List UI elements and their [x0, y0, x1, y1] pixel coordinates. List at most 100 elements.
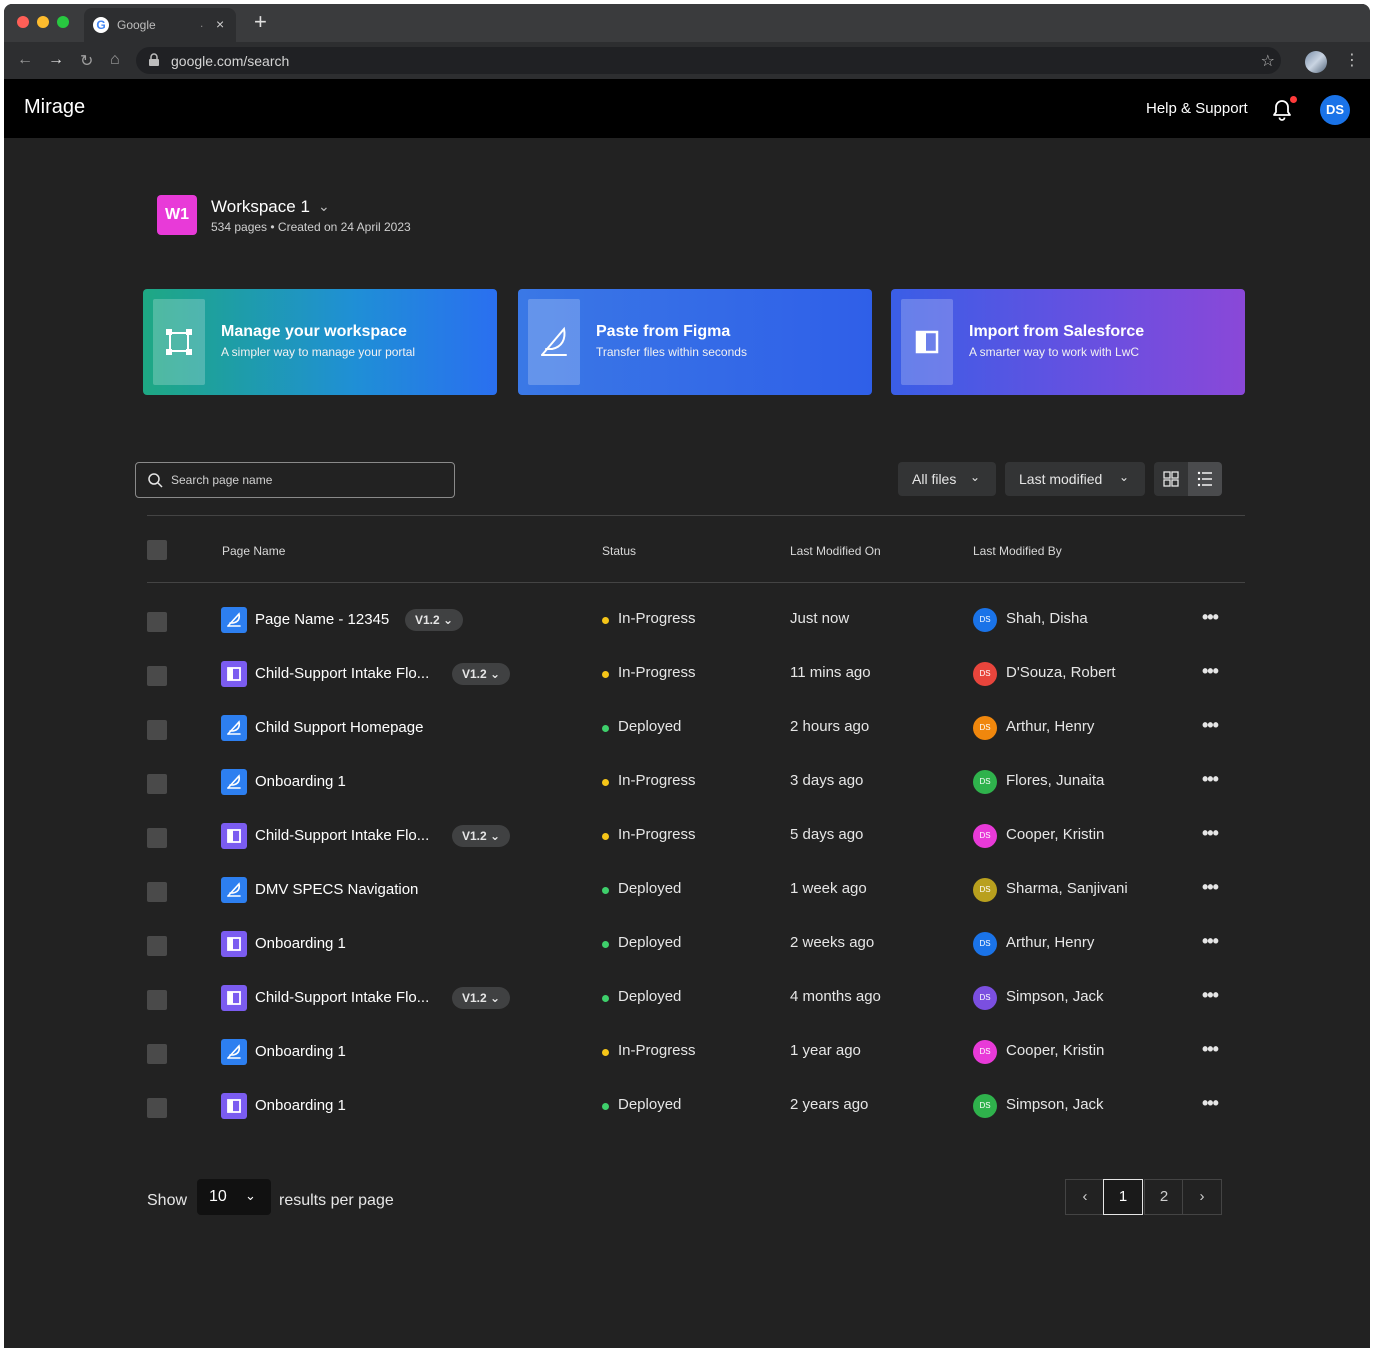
- per-page-select[interactable]: 10 ⌄: [197, 1179, 271, 1215]
- brand-logo[interactable]: Mirage: [24, 96, 85, 119]
- table-row[interactable]: Child-Support Intake Flo... V1.2 ⌄ In-Prog…: [4, 646, 1370, 700]
- more-options-icon[interactable]: •••: [1202, 823, 1219, 844]
- page-name[interactable]: Child-Support Intake Flo...: [255, 827, 429, 844]
- manage-workspace-card[interactable]: Manage your workspace A simpler way to m…: [143, 289, 497, 395]
- more-options-icon[interactable]: •••: [1202, 607, 1219, 628]
- sort-dropdown[interactable]: Last modified ⌄: [1005, 462, 1145, 496]
- table-row[interactable]: Page Name - 12345 V1.2 ⌄ In-Progress Just n…: [4, 592, 1370, 646]
- grid-view-button[interactable]: [1154, 462, 1188, 496]
- browser-profile-avatar[interactable]: [1305, 51, 1327, 73]
- row-checkbox[interactable]: [147, 666, 167, 686]
- table-row[interactable]: Onboarding 1 Deployed 2 weeks ago DS Arthur,…: [4, 916, 1370, 970]
- version-badge[interactable]: V1.2 ⌄: [405, 609, 464, 631]
- panel-icon: [221, 823, 247, 849]
- row-checkbox[interactable]: [147, 936, 167, 956]
- help-support-link[interactable]: Help & Support: [1146, 100, 1248, 117]
- page-name[interactable]: Onboarding 1: [255, 773, 346, 790]
- more-options-icon[interactable]: •••: [1202, 931, 1219, 952]
- import-from-salesforce-card[interactable]: Import from Salesforce A smarter way to …: [891, 289, 1245, 395]
- avatar: DS: [973, 986, 997, 1010]
- url-field[interactable]: google.com/search ☆: [136, 47, 1281, 74]
- more-options-icon[interactable]: •••: [1202, 1039, 1219, 1060]
- status-text: Deployed: [618, 718, 682, 735]
- bookmark-star-icon[interactable]: ☆: [1261, 51, 1275, 71]
- list-view-button[interactable]: [1188, 462, 1222, 496]
- column-header-status[interactable]: Status: [602, 544, 636, 558]
- page-name[interactable]: Onboarding 1: [255, 1097, 346, 1114]
- user-avatar[interactable]: DS: [1320, 95, 1350, 125]
- browser-menu-icon[interactable]: ⋮: [1344, 50, 1360, 70]
- version-badge[interactable]: V1.2 ⌄: [452, 663, 511, 685]
- tab-close-icon[interactable]: ×: [216, 16, 224, 32]
- sort-label: Last modified: [1019, 471, 1103, 487]
- table-row[interactable]: DMV SPECS Navigation Deployed 1 week ago DS…: [4, 862, 1370, 916]
- select-all-checkbox[interactable]: [147, 540, 167, 560]
- search-icon: [148, 473, 163, 488]
- browser-tab[interactable]: G Google . ×: [84, 8, 236, 42]
- more-options-icon[interactable]: •••: [1202, 985, 1219, 1006]
- page-name[interactable]: Child-Support Intake Flo...: [255, 989, 429, 1006]
- back-icon[interactable]: ←: [17, 51, 33, 69]
- prev-page-button[interactable]: ‹: [1065, 1179, 1105, 1215]
- avatar: DS: [973, 878, 997, 902]
- status-text: In-Progress: [618, 610, 696, 627]
- modified-time: 1 week ago: [790, 880, 867, 897]
- more-options-icon[interactable]: •••: [1202, 715, 1219, 736]
- modified-time: Just now: [790, 610, 850, 627]
- page-name[interactable]: Page Name - 12345: [255, 611, 389, 628]
- browser-window: G Google . × + ← → ↻ ⌂ google.com/search…: [4, 4, 1370, 1348]
- row-checkbox[interactable]: [147, 990, 167, 1010]
- page-button-1[interactable]: 1: [1103, 1179, 1143, 1215]
- forward-icon[interactable]: →: [48, 51, 64, 69]
- table-row[interactable]: Child-Support Intake Flo... V1.2 ⌄ Deploye…: [4, 970, 1370, 1024]
- status-text: In-Progress: [618, 664, 696, 681]
- table-row[interactable]: Onboarding 1 Deployed 2 years ago DS Simpson…: [4, 1078, 1370, 1132]
- page-button-2[interactable]: 2: [1144, 1179, 1184, 1215]
- search-input[interactable]: Search page name: [135, 462, 455, 498]
- divider: [147, 582, 1245, 583]
- modified-time: 1 year ago: [790, 1042, 861, 1059]
- modified-time: 3 days ago: [790, 772, 864, 789]
- column-header-last-modified-on[interactable]: Last Modified On: [790, 544, 881, 558]
- row-checkbox[interactable]: [147, 882, 167, 902]
- app-header: Mirage Help & Support DS: [4, 79, 1370, 138]
- url-text: google.com/search: [171, 53, 290, 69]
- close-window-button[interactable]: [17, 16, 29, 28]
- row-checkbox[interactable]: [147, 720, 167, 740]
- bell-icon[interactable]: [1271, 98, 1293, 122]
- table-row[interactable]: Onboarding 1 In-Progress 1 year ago DS Coope…: [4, 1024, 1370, 1078]
- more-options-icon[interactable]: •••: [1202, 1093, 1219, 1114]
- next-page-button[interactable]: ›: [1182, 1179, 1222, 1215]
- page-name[interactable]: Child Support Homepage: [255, 719, 423, 736]
- row-checkbox[interactable]: [147, 612, 167, 632]
- column-header-last-modified-by[interactable]: Last Modified By: [973, 544, 1062, 558]
- page-name[interactable]: Onboarding 1: [255, 935, 346, 952]
- home-icon[interactable]: ⌂: [110, 51, 120, 69]
- paste-from-figma-card[interactable]: Paste from Figma Transfer files within s…: [518, 289, 872, 395]
- more-options-icon[interactable]: •••: [1202, 769, 1219, 790]
- page-name[interactable]: Child-Support Intake Flo...: [255, 665, 429, 682]
- workspace-name[interactable]: Workspace 1: [211, 197, 310, 217]
- file-filter-dropdown[interactable]: All files ⌄: [898, 462, 996, 496]
- row-checkbox[interactable]: [147, 828, 167, 848]
- column-header-page-name[interactable]: Page Name: [222, 544, 285, 558]
- row-checkbox[interactable]: [147, 1044, 167, 1064]
- row-checkbox[interactable]: [147, 1098, 167, 1118]
- version-badge[interactable]: V1.2 ⌄: [452, 825, 511, 847]
- reload-icon[interactable]: ↻: [80, 51, 93, 71]
- page-name[interactable]: Onboarding 1: [255, 1043, 346, 1060]
- row-checkbox[interactable]: [147, 774, 167, 794]
- table-row[interactable]: Child Support Homepage Deployed 2 hours ag…: [4, 700, 1370, 754]
- page-name[interactable]: DMV SPECS Navigation: [255, 881, 418, 898]
- minimize-window-button[interactable]: [37, 16, 49, 28]
- workspace-chevron-down-icon[interactable]: ⌄: [318, 198, 330, 215]
- maximize-window-button[interactable]: [57, 16, 69, 28]
- new-tab-button[interactable]: +: [254, 9, 267, 35]
- table-row[interactable]: Onboarding 1 In-Progress 3 days ago DS Flore…: [4, 754, 1370, 808]
- version-badge[interactable]: V1.2 ⌄: [452, 987, 511, 1009]
- more-options-icon[interactable]: •••: [1202, 661, 1219, 682]
- table-row[interactable]: Child-Support Intake Flo... V1.2 ⌄ In-Prog…: [4, 808, 1370, 862]
- more-options-icon[interactable]: •••: [1202, 877, 1219, 898]
- card-title: Import from Salesforce: [969, 323, 1145, 340]
- status-dot: [602, 887, 609, 894]
